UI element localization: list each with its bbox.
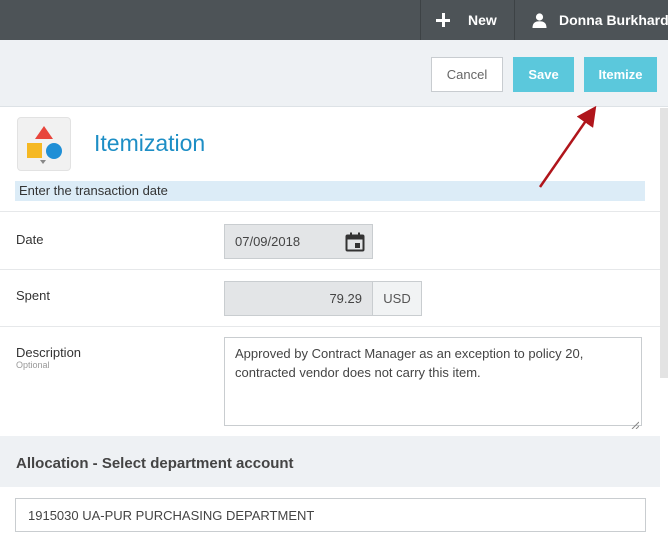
- date-value: 07/09/2018: [235, 234, 301, 249]
- resize-grip-icon[interactable]: [631, 415, 640, 430]
- spent-field[interactable]: 79.29: [224, 281, 373, 316]
- new-button-label: New: [468, 12, 497, 28]
- divider: [0, 211, 660, 212]
- allocation-section-header: Allocation - Select department account: [0, 436, 660, 487]
- department-account-field[interactable]: 1915030 UA-PUR PURCHASING DEPARTMENT: [15, 498, 646, 532]
- shapes-icon: [17, 117, 71, 171]
- description-value: Approved by Contract Manager as an excep…: [235, 346, 584, 380]
- date-field[interactable]: 07/09/2018: [224, 224, 373, 259]
- divider: [0, 326, 660, 327]
- itemize-button[interactable]: Itemize: [584, 57, 657, 92]
- allocation-title: Allocation - Select department account: [16, 455, 294, 472]
- description-label: Description: [16, 345, 82, 360]
- top-nav-bar: New Donna Burkhardt: [0, 0, 668, 40]
- cancel-button[interactable]: Cancel: [431, 57, 503, 92]
- page-title: Itemization: [94, 130, 206, 156]
- divider: [0, 269, 660, 270]
- department-account-value: 1915030 UA-PUR PURCHASING DEPARTMENT: [28, 507, 315, 523]
- user-menu[interactable]: Donna Burkhardt: [515, 0, 668, 40]
- action-bar: Cancel Save Itemize: [0, 40, 668, 107]
- calendar-icon[interactable]: [344, 231, 366, 256]
- spent-label: Spent: [16, 288, 50, 303]
- new-button[interactable]: New: [420, 0, 514, 40]
- plus-icon: [436, 13, 450, 27]
- currency-label: USD: [372, 281, 422, 316]
- page-header: Itemization: [0, 108, 668, 176]
- user-name: Donna Burkhardt: [559, 12, 668, 28]
- save-button[interactable]: Save: [513, 57, 574, 92]
- user-icon: [532, 12, 547, 28]
- description-optional-label: Optional: [16, 360, 50, 370]
- date-label: Date: [16, 232, 44, 247]
- hint-bar: Enter the transaction date: [15, 181, 645, 201]
- description-textarea[interactable]: Approved by Contract Manager as an excep…: [224, 337, 642, 430]
